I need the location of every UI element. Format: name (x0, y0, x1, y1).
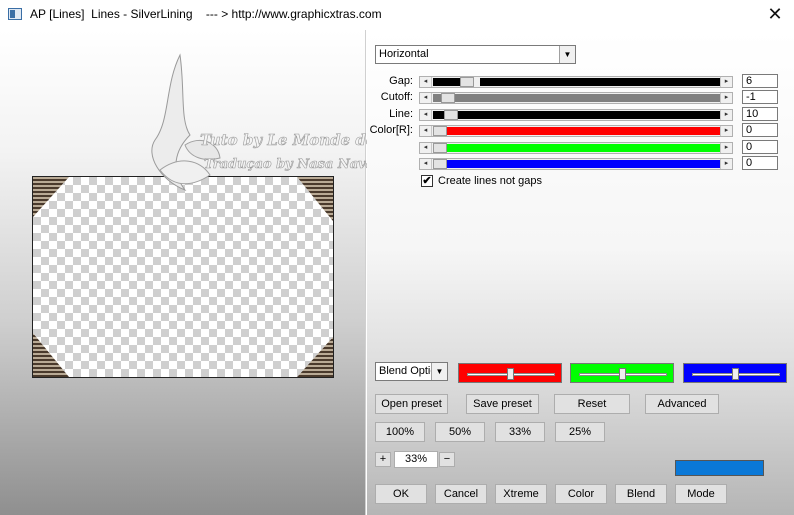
gap-slider-fill (433, 78, 721, 86)
gap-label: Gap: (389, 75, 413, 87)
cutoff-slider-thumb[interactable] (441, 93, 455, 103)
cutoff-label: Cutoff: (380, 91, 413, 103)
cutoff-slider-fill (433, 94, 721, 102)
color-r-value[interactable]: 0 (742, 123, 778, 137)
arrow-right-icon[interactable]: ▸ (720, 143, 732, 153)
xtreme-button[interactable]: Xtreme (495, 484, 547, 504)
close-button[interactable]: ✕ (762, 2, 788, 28)
arrow-right-icon[interactable]: ▸ (720, 126, 732, 136)
output-color-swatch[interactable] (675, 460, 764, 476)
blend-button[interactable]: Blend (615, 484, 667, 504)
color-r-slider-thumb[interactable] (433, 126, 447, 136)
arrow-right-icon[interactable]: ▸ (720, 93, 732, 103)
advanced-button[interactable]: Advanced (645, 394, 719, 414)
gap-slider[interactable]: ◂ ▸ (419, 76, 733, 88)
blend-red-thumb[interactable] (507, 368, 514, 380)
color-b-slider[interactable]: ◂ ▸ (419, 158, 733, 170)
color-g-slider-thumb[interactable] (433, 143, 447, 153)
watermark: Tuto by Le Monde de Bea Traduçao by Nasa… (151, 53, 380, 192)
arrow-left-icon[interactable]: ◂ (420, 126, 432, 136)
controls-panel: Horizontal ▼ Gap: ◂ ▸ 6 Cutoff: ◂ ▸ -1 Line: ◂ ▸ 10… (367, 30, 794, 515)
mode-button[interactable]: Mode (675, 484, 727, 504)
line-slider-fill (433, 111, 721, 119)
color-g-value[interactable]: 0 (742, 140, 778, 154)
zoom-value[interactable]: 33% (394, 451, 438, 468)
zoom-100-button[interactable]: 100% (375, 422, 425, 442)
cancel-button[interactable]: Cancel (435, 484, 487, 504)
chevron-down-icon[interactable]: ▼ (559, 46, 575, 63)
gap-value[interactable]: 6 (742, 74, 778, 88)
open-preset-button[interactable]: Open preset (375, 394, 448, 414)
checkmark-icon: ✔ (422, 175, 432, 187)
arrow-left-icon[interactable]: ◂ (420, 93, 432, 103)
window-title: AP [Lines] Lines - SilverLining --- > ht… (30, 7, 382, 21)
color-button[interactable]: Color (555, 484, 607, 504)
color-r-slider[interactable]: ◂ ▸ (419, 125, 733, 137)
watermark-text-1: Tuto by Le Monde de Bea (200, 131, 380, 149)
arrow-right-icon[interactable]: ▸ (720, 110, 732, 120)
arrow-right-icon[interactable]: ▸ (720, 77, 732, 87)
zoom-33-button[interactable]: 33% (495, 422, 545, 442)
color-g-slider-fill (433, 144, 721, 152)
zoom-out-button[interactable]: − (439, 452, 455, 467)
blend-blue-block[interactable] (683, 363, 787, 383)
zoom-50-button[interactable]: 50% (435, 422, 485, 442)
blend-blue-thumb[interactable] (732, 368, 739, 380)
color-b-slider-fill (433, 160, 721, 168)
blend-green-block[interactable] (570, 363, 674, 383)
line-label: Line: (389, 108, 413, 120)
direction-dropdown[interactable]: Horizontal ▼ (375, 45, 576, 64)
line-value[interactable]: 10 (742, 107, 778, 121)
gap-slider-thumb[interactable] (460, 77, 474, 87)
create-lines-label: Create lines not gaps (438, 175, 542, 187)
color-r-slider-fill (433, 127, 721, 135)
line-slider-thumb[interactable] (444, 110, 458, 120)
line-slider[interactable]: ◂ ▸ (419, 109, 733, 121)
color-g-slider[interactable]: ◂ ▸ (419, 142, 733, 154)
title-bar: AP [Lines] Lines - SilverLining --- > ht… (0, 0, 794, 30)
create-lines-checkbox[interactable]: ✔ (421, 175, 433, 187)
color-b-value[interactable]: 0 (742, 156, 778, 170)
reset-button[interactable]: Reset (554, 394, 630, 414)
arrow-left-icon[interactable]: ◂ (420, 143, 432, 153)
app-icon (8, 8, 22, 20)
blend-red-block[interactable] (458, 363, 562, 383)
arrow-left-icon[interactable]: ◂ (420, 77, 432, 87)
direction-dropdown-value: Horizontal (379, 48, 429, 60)
zoom-in-button[interactable]: + (375, 452, 391, 467)
color-b-slider-thumb[interactable] (433, 159, 447, 169)
zoom-25-button[interactable]: 25% (555, 422, 605, 442)
cutoff-slider[interactable]: ◂ ▸ (419, 92, 733, 104)
arrow-right-icon[interactable]: ▸ (720, 159, 732, 169)
save-preset-button[interactable]: Save preset (466, 394, 539, 414)
color-r-label: Color[R]: (369, 124, 413, 136)
chevron-down-icon[interactable]: ▼ (431, 363, 447, 380)
cutoff-value[interactable]: -1 (742, 90, 778, 104)
watermark-text-2: Traduçao by Nasa Navas (204, 157, 380, 172)
arrow-left-icon[interactable]: ◂ (420, 110, 432, 120)
preview-panel: Tuto by Le Monde de Bea Traduçao by Nasa… (0, 30, 380, 515)
ok-button[interactable]: OK (375, 484, 427, 504)
blend-options-dropdown[interactable]: Blend Options ▼ (375, 362, 448, 381)
arrow-left-icon[interactable]: ◂ (420, 159, 432, 169)
blend-green-thumb[interactable] (619, 368, 626, 380)
